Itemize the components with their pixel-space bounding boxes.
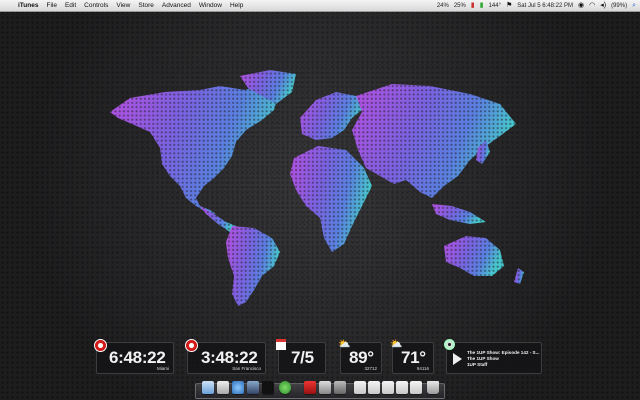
calendar-date: 7/5 — [291, 348, 314, 367]
weather-zip: 32712 — [364, 366, 377, 371]
map-dot-overlay — [100, 60, 540, 320]
folder-icon[interactable] — [382, 381, 394, 394]
menu-edit[interactable]: Edit — [61, 0, 80, 11]
menu-file[interactable]: File — [42, 0, 60, 11]
clock-widget-san-francisco[interactable]: 3:48:22 San Francisco — [185, 339, 266, 374]
terminal-icon[interactable] — [262, 381, 274, 394]
menu-extras: 24% 25% ▮ ▮ 144° ⚑ Sat Jul 5 6:48:22 PM … — [437, 0, 640, 11]
finder-icon[interactable] — [202, 381, 214, 394]
menu-clock[interactable]: Sat Jul 5 6:48:22 PM — [517, 3, 573, 9]
menu-view[interactable]: View — [112, 0, 134, 11]
photo-booth-icon[interactable] — [304, 381, 316, 394]
folder-icon[interactable] — [396, 381, 408, 394]
folder-icon[interactable] — [410, 381, 422, 394]
calendar-widget[interactable]: 7/5 — [276, 339, 326, 374]
adium-icon[interactable] — [279, 381, 291, 394]
menu-advanced[interactable]: Advanced — [158, 0, 195, 11]
menu-help[interactable]: Help — [226, 0, 247, 11]
clock-widget-miami[interactable]: 6:48:22 Miami — [94, 339, 174, 374]
clock-icon — [185, 339, 198, 352]
menu-bar: iTunes File Edit Controls View Store Adv… — [0, 0, 640, 12]
user-icon[interactable]: ◉ — [578, 0, 584, 11]
weather-zip: 94116 — [416, 366, 429, 371]
wifi-icon[interactable]: ◠ — [589, 0, 595, 11]
volume-icon[interactable]: ◂) — [600, 0, 606, 11]
menu-itunes[interactable]: iTunes — [14, 0, 42, 11]
clock-icon — [94, 339, 107, 352]
folder-icon[interactable] — [354, 381, 366, 394]
memory-graph-icon[interactable]: ▮ — [480, 0, 484, 11]
clock-city: Miami — [157, 366, 169, 371]
menu-window[interactable]: Window — [195, 0, 226, 11]
clock-city: San Francisco — [232, 366, 261, 371]
folder-icon[interactable] — [368, 381, 380, 394]
battery-status[interactable]: (99%) — [611, 3, 627, 9]
weather-widget-94116[interactable]: ⛅ 71° 94116 — [390, 339, 434, 374]
spotlight-icon[interactable]: ⌕ — [632, 0, 636, 11]
itunes-now-playing-widget[interactable]: The 1UP Show: Episode 142 - S... The 1UP… — [444, 339, 542, 374]
weather-temp: 89° — [349, 348, 374, 367]
flag-icon[interactable]: ⚑ — [506, 0, 512, 11]
trash-icon[interactable] — [427, 381, 439, 394]
artist-name: 1UP Staff — [467, 362, 488, 367]
now-playing-info: The 1UP Show: Episode 142 - S... The 1UP… — [467, 350, 539, 368]
itunes-icon[interactable] — [232, 381, 244, 394]
activity-graph-icon[interactable]: ▮ — [471, 0, 475, 11]
menu-store[interactable]: Store — [134, 0, 158, 11]
play-icon[interactable] — [453, 353, 462, 365]
utility-icon[interactable] — [334, 381, 346, 394]
clock-time: 6:48:22 — [109, 348, 166, 367]
dock — [195, 381, 445, 399]
preview-icon[interactable] — [247, 381, 259, 394]
calculator-icon[interactable] — [319, 381, 331, 394]
weather-widget-32712[interactable]: ⛅ 89° 32712 — [338, 339, 382, 374]
mail-icon[interactable] — [217, 381, 229, 394]
clock-time: 3:48:22 — [201, 348, 258, 367]
weather-temp: 71° — [401, 348, 426, 367]
menu-controls[interactable]: Controls — [80, 0, 112, 11]
cd-icon — [444, 339, 455, 350]
cpu-usage-a[interactable]: 24% — [437, 3, 449, 9]
calendar-icon — [276, 339, 286, 350]
cpu-usage-b[interactable]: 25% — [454, 3, 466, 9]
temperature-readout[interactable]: 144° — [489, 3, 501, 9]
